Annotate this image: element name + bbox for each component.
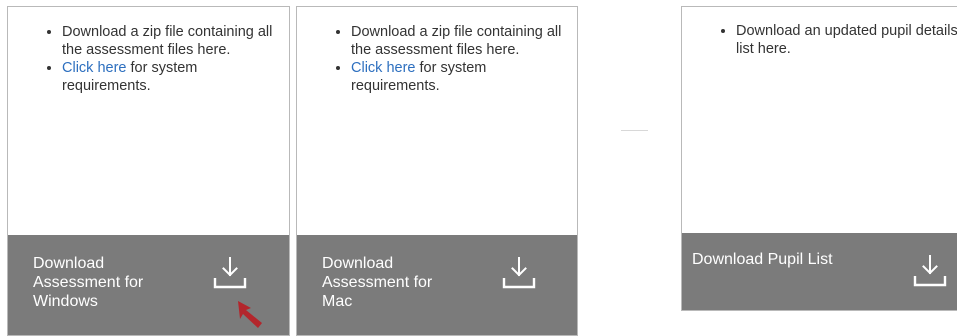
separator-line [621,130,648,131]
footer-label: Download Pupil List [692,251,833,268]
download-assessment-mac-button[interactable]: Download Assessment for Mac [297,235,577,335]
card-info-list: Download an updated pupil details list h… [682,7,957,58]
download-icon [913,255,947,287]
list-item: Download a zip file containing all the a… [351,23,565,59]
download-icon [213,257,247,289]
card-info-list: Download a zip file containing all the a… [8,7,289,95]
list-item: Click here for system requirements. [62,59,277,95]
cursor-arrow-icon [238,301,262,328]
bullet-text: Download an updated pupil details list h… [736,23,957,57]
list-item: Download a zip file containing all the a… [62,23,277,59]
download-card-pupil-list: Download an updated pupil details list h… [681,6,957,311]
bullet-text: Download a zip file containing all the a… [62,24,273,58]
system-requirements-link[interactable]: Click here [62,60,126,76]
bullet-text: Download a zip file containing all the a… [351,24,562,58]
download-card-windows: Download a zip file containing all the a… [7,6,290,336]
system-requirements-link[interactable]: Click here [351,60,415,76]
card-info-list: Download a zip file containing all the a… [297,7,577,95]
footer-label: Download Assessment for Mac [322,255,433,310]
footer-label: Download Assessment for Windows [33,255,144,310]
list-item: Click here for system requirements. [351,59,565,95]
download-pupil-list-button[interactable]: Download Pupil List [682,233,957,310]
download-icon [502,257,536,289]
download-card-mac: Download a zip file containing all the a… [296,6,578,336]
list-item: Download an updated pupil details list h… [736,22,957,58]
